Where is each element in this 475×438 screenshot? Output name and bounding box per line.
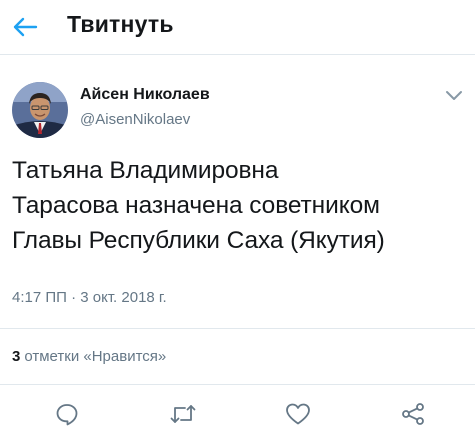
tweet-line: Тарасова назначена советником [12,192,380,219]
arrow-left-icon [13,17,38,37]
back-button[interactable] [10,12,40,42]
author-name[interactable]: Айсен Николаев [80,86,210,104]
tweet-screen: Твитнуть Айсен Николаев @AisenNikolaev Т… [0,0,475,438]
tweet-text: Татьяна Владимировна Тарасова назначена … [12,153,472,258]
action-bar [0,392,475,436]
share-icon [402,403,424,425]
heart-icon [286,403,310,425]
author-handle[interactable]: @AisenNikolaev [80,111,190,128]
tweet-timestamp: 4:17 ПП · 3 окт. 2018 г. [12,289,167,306]
chevron-down-icon [446,91,462,100]
likes-label: отметки «Нравится» [24,348,167,365]
page-title: Твитнуть [67,11,174,37]
divider [0,384,475,385]
reply-icon [56,404,78,426]
tweet-line: Татьяна Владимировна [12,157,279,184]
top-bar: Твитнуть [0,0,475,55]
likes-count: 3 [12,348,21,365]
retweet-icon [170,405,196,423]
like-button[interactable] [280,396,316,432]
profile-photo [12,82,68,138]
tweet-line: Главы Республики Саха (Якутия) [12,227,385,254]
tweet-menu-button[interactable] [440,84,468,108]
avatar[interactable] [12,82,68,138]
likes-stat[interactable]: 3 отметки «Нравится» [12,348,166,365]
reply-button[interactable] [49,396,85,432]
retweet-button[interactable] [165,396,201,432]
divider [0,328,475,329]
share-button[interactable] [395,396,431,432]
